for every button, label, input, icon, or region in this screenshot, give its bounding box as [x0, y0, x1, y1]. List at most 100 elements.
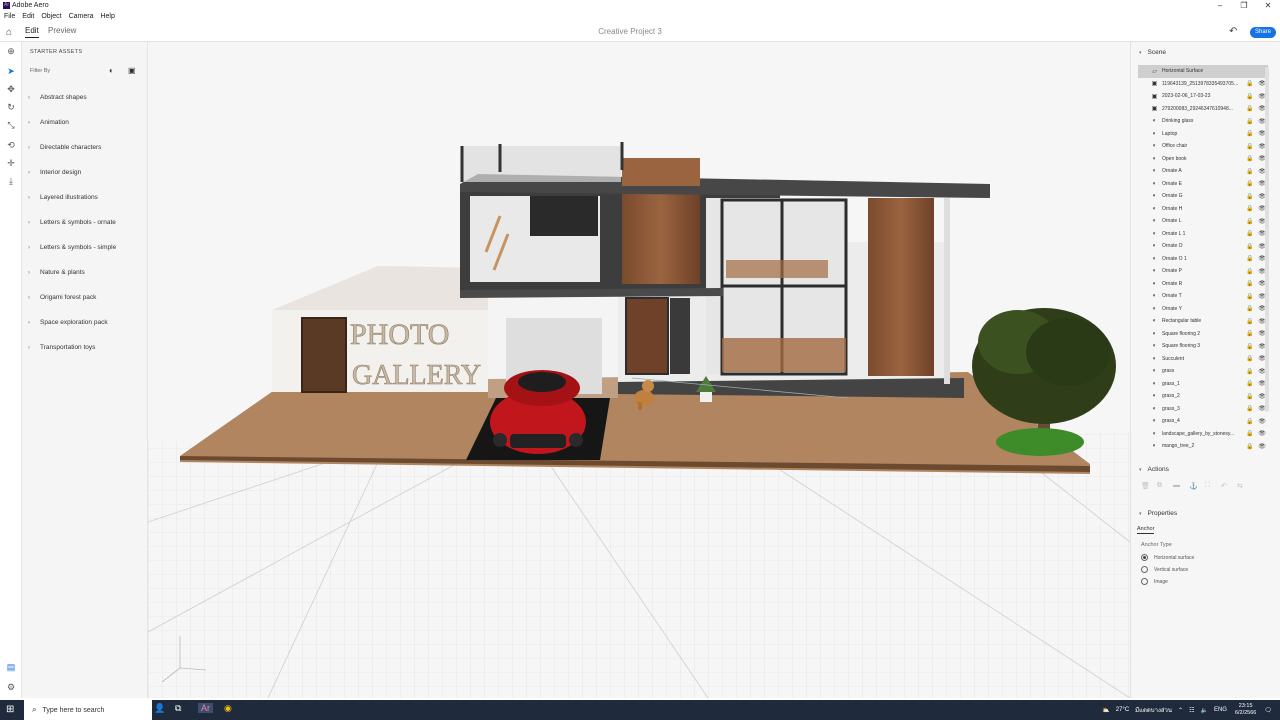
asset-category[interactable]: › Space exploration pack — [28, 319, 108, 326]
group-icon[interactable]: ⛶ — [1205, 482, 1221, 490]
lock-icon[interactable]: 🔒 — [1244, 255, 1256, 262]
weather-temp[interactable]: 27°C — [1116, 707, 1129, 713]
asset-category[interactable]: › Nature & plants — [28, 269, 85, 276]
scene-layer-row[interactable]: ◐ Ornate R 🔒 👁 — [1138, 278, 1268, 291]
lock-icon[interactable]: 🔒 — [1244, 443, 1256, 450]
lock-icon[interactable]: 🔒 — [1244, 305, 1256, 312]
eye-icon[interactable]: 👁 — [1256, 430, 1268, 437]
network-icon[interactable]: ☷ — [1189, 707, 1194, 714]
3d-viewport[interactable]: PHOTO GALLERY — [148, 42, 1130, 698]
asset-category[interactable]: › Directable characters — [28, 144, 101, 151]
scene-canvas[interactable]: PHOTO GALLERY — [148, 42, 1130, 698]
lock-icon[interactable]: 🔒 — [1244, 93, 1256, 100]
asset-category[interactable]: › Letters & symbols - simple — [28, 244, 116, 251]
filter-image-icon[interactable]: ▣ — [128, 66, 136, 75]
lock-icon[interactable]: 🔒 — [1244, 393, 1256, 400]
add-asset-icon[interactable]: ⊕ — [6, 46, 16, 57]
lock-icon[interactable]: 🔒 — [1244, 318, 1256, 325]
taskbar-search[interactable]: ⌕ Type here to search — [24, 700, 152, 720]
scene-layer-row[interactable]: ◐ Ornate T 🔒 👁 — [1138, 290, 1268, 303]
eye-icon[interactable]: 👁 — [1256, 443, 1268, 450]
reset-icon[interactable]: ↶ — [1221, 482, 1237, 490]
eye-icon[interactable]: 👁 — [1256, 418, 1268, 425]
scene-layer-row[interactable]: ◐ Ornate L 1 🔒 👁 — [1138, 228, 1268, 241]
asset-category[interactable]: › Layered illustrations — [28, 194, 98, 201]
anchor-tab[interactable]: Anchor — [1137, 526, 1155, 534]
scene-layer-row[interactable]: ◐ Ornate A 🔒 👁 — [1138, 165, 1268, 178]
lock-icon[interactable]: 🔒 — [1244, 143, 1256, 150]
lock-icon[interactable]: 🔒 — [1244, 168, 1256, 175]
actions-section-title[interactable]: ▾ Actions — [1139, 466, 1169, 473]
lock-icon[interactable]: 🔒 — [1244, 243, 1256, 250]
lock-icon[interactable]: 🔒 — [1244, 280, 1256, 287]
scene-layer-row[interactable]: ▱ Horizontal Surface — [1138, 65, 1268, 78]
weather-icon[interactable]: ⛅ — [1102, 707, 1109, 714]
asset-category[interactable]: › Transportation toys — [28, 344, 95, 351]
lock-icon[interactable]: 🔒 — [1244, 130, 1256, 137]
folder-icon[interactable]: ▬ — [1173, 482, 1189, 490]
lock-icon[interactable]: 🔒 — [1244, 293, 1256, 300]
lock-icon[interactable]: 🔒 — [1244, 180, 1256, 187]
lock-icon[interactable]: 🔒 — [1244, 355, 1256, 362]
rotate-tool-icon[interactable]: ↻ — [6, 102, 16, 113]
properties-section-title[interactable]: ▾ Properties — [1139, 510, 1177, 517]
settings-icon[interactable]: ⚙ — [6, 682, 16, 693]
scene-layer-row[interactable]: ▣ 2023-02-06_17-03-23 🔒 👁 — [1138, 90, 1268, 103]
scene-layer-row[interactable]: ◐ Laptop 🔒 👁 — [1138, 128, 1268, 141]
anchor-icon[interactable]: ⚓ — [1189, 482, 1205, 490]
menu-help[interactable]: Help — [100, 13, 114, 20]
collapse-icon[interactable]: ▾ — [1139, 511, 1142, 517]
chrome-icon[interactable]: ◉ — [224, 703, 232, 714]
radio-horizontal-surface[interactable]: Horizontal surface — [1141, 554, 1194, 561]
menu-edit[interactable]: Edit — [22, 13, 34, 20]
language-indicator[interactable]: ENG — [1214, 707, 1227, 713]
lock-icon[interactable]: 🔒 — [1244, 343, 1256, 350]
scene-layer-row[interactable]: ◐ Square flooring 2 🔒 👁 — [1138, 328, 1268, 341]
scene-layer-row[interactable]: ◐ grass_2 🔒 👁 — [1138, 390, 1268, 403]
lock-icon[interactable]: 🔒 — [1244, 418, 1256, 425]
lock-icon[interactable]: 🔒 — [1244, 80, 1256, 87]
lock-icon[interactable]: 🔒 — [1244, 230, 1256, 237]
scene-layer-row[interactable]: ◐ Rectangular table 🔒 👁 — [1138, 315, 1268, 328]
scene-layer-row[interactable]: ◐ grass 🔒 👁 — [1138, 365, 1268, 378]
lock-icon[interactable]: 🔒 — [1244, 218, 1256, 225]
weather-text[interactable]: มีแดดบางส่วน — [1135, 705, 1172, 715]
move-tool-icon[interactable]: ✥ — [6, 84, 16, 95]
collapse-icon[interactable]: ▾ — [1139, 467, 1142, 473]
scene-layer-row[interactable]: ◐ Succulent 🔒 👁 — [1138, 353, 1268, 366]
scene-layer-row[interactable]: ◐ Ornate G 🔒 👁 — [1138, 190, 1268, 203]
asset-category[interactable]: › Animation — [28, 119, 69, 126]
maximize-button[interactable]: ❐ — [1232, 0, 1256, 11]
scene-scrollbar[interactable] — [1265, 67, 1269, 412]
project-title[interactable]: Creative Project 3 — [0, 27, 1260, 36]
scene-layer-row[interactable]: ◐ Ornate H 🔒 👁 — [1138, 203, 1268, 216]
scene-layer-row[interactable]: ◐ grass_4 🔒 👁 — [1138, 415, 1268, 428]
radio-image[interactable]: Image — [1141, 578, 1168, 585]
scene-layer-row[interactable]: ◐ Open book 🔒 👁 — [1138, 153, 1268, 166]
share-button[interactable]: Share — [1250, 27, 1276, 38]
asset-category[interactable]: › Abstract shapes — [28, 94, 87, 101]
lock-icon[interactable]: 🔒 — [1244, 193, 1256, 200]
volume-icon[interactable]: 🔈 — [1200, 707, 1207, 714]
asset-category[interactable]: › Origami forest pack — [28, 294, 96, 301]
lock-icon[interactable]: 🔒 — [1244, 205, 1256, 212]
scale-tool-icon[interactable]: ⤡ — [6, 120, 16, 131]
scene-layer-row[interactable]: ◐ grass_1 🔒 👁 — [1138, 378, 1268, 391]
drop-tool-icon[interactable]: ⤓ — [6, 176, 16, 187]
scene-layer-row[interactable]: ◐ Office chair 🔒 👁 — [1138, 140, 1268, 153]
asset-category[interactable]: › Interior design — [28, 169, 81, 176]
scene-layer-row[interactable]: ◐ Square flooring 3 🔒 👁 — [1138, 340, 1268, 353]
layers-icon[interactable]: ▤ — [6, 662, 16, 673]
lock-icon[interactable]: 🔒 — [1244, 268, 1256, 275]
windows-start-icon[interactable]: ⊞ — [6, 704, 14, 715]
radio-vertical-surface[interactable]: Vertical surface — [1141, 566, 1188, 573]
lock-icon[interactable]: 🔒 — [1244, 380, 1256, 387]
scene-layer-row[interactable]: ◐ Ornate O 🔒 👁 — [1138, 240, 1268, 253]
flip-icon[interactable]: ⇆ — [1237, 482, 1253, 490]
select-tool-icon[interactable]: ➤ — [6, 66, 16, 77]
scene-section-title[interactable]: ▾ Scene — [1139, 49, 1166, 56]
scene-layer-row[interactable]: ▣ 119643139_2513978335493705... 🔒 👁 — [1138, 78, 1268, 91]
lock-icon[interactable]: 🔒 — [1244, 405, 1256, 412]
menu-file[interactable]: File — [4, 13, 15, 20]
lock-icon[interactable]: 🔒 — [1244, 430, 1256, 437]
